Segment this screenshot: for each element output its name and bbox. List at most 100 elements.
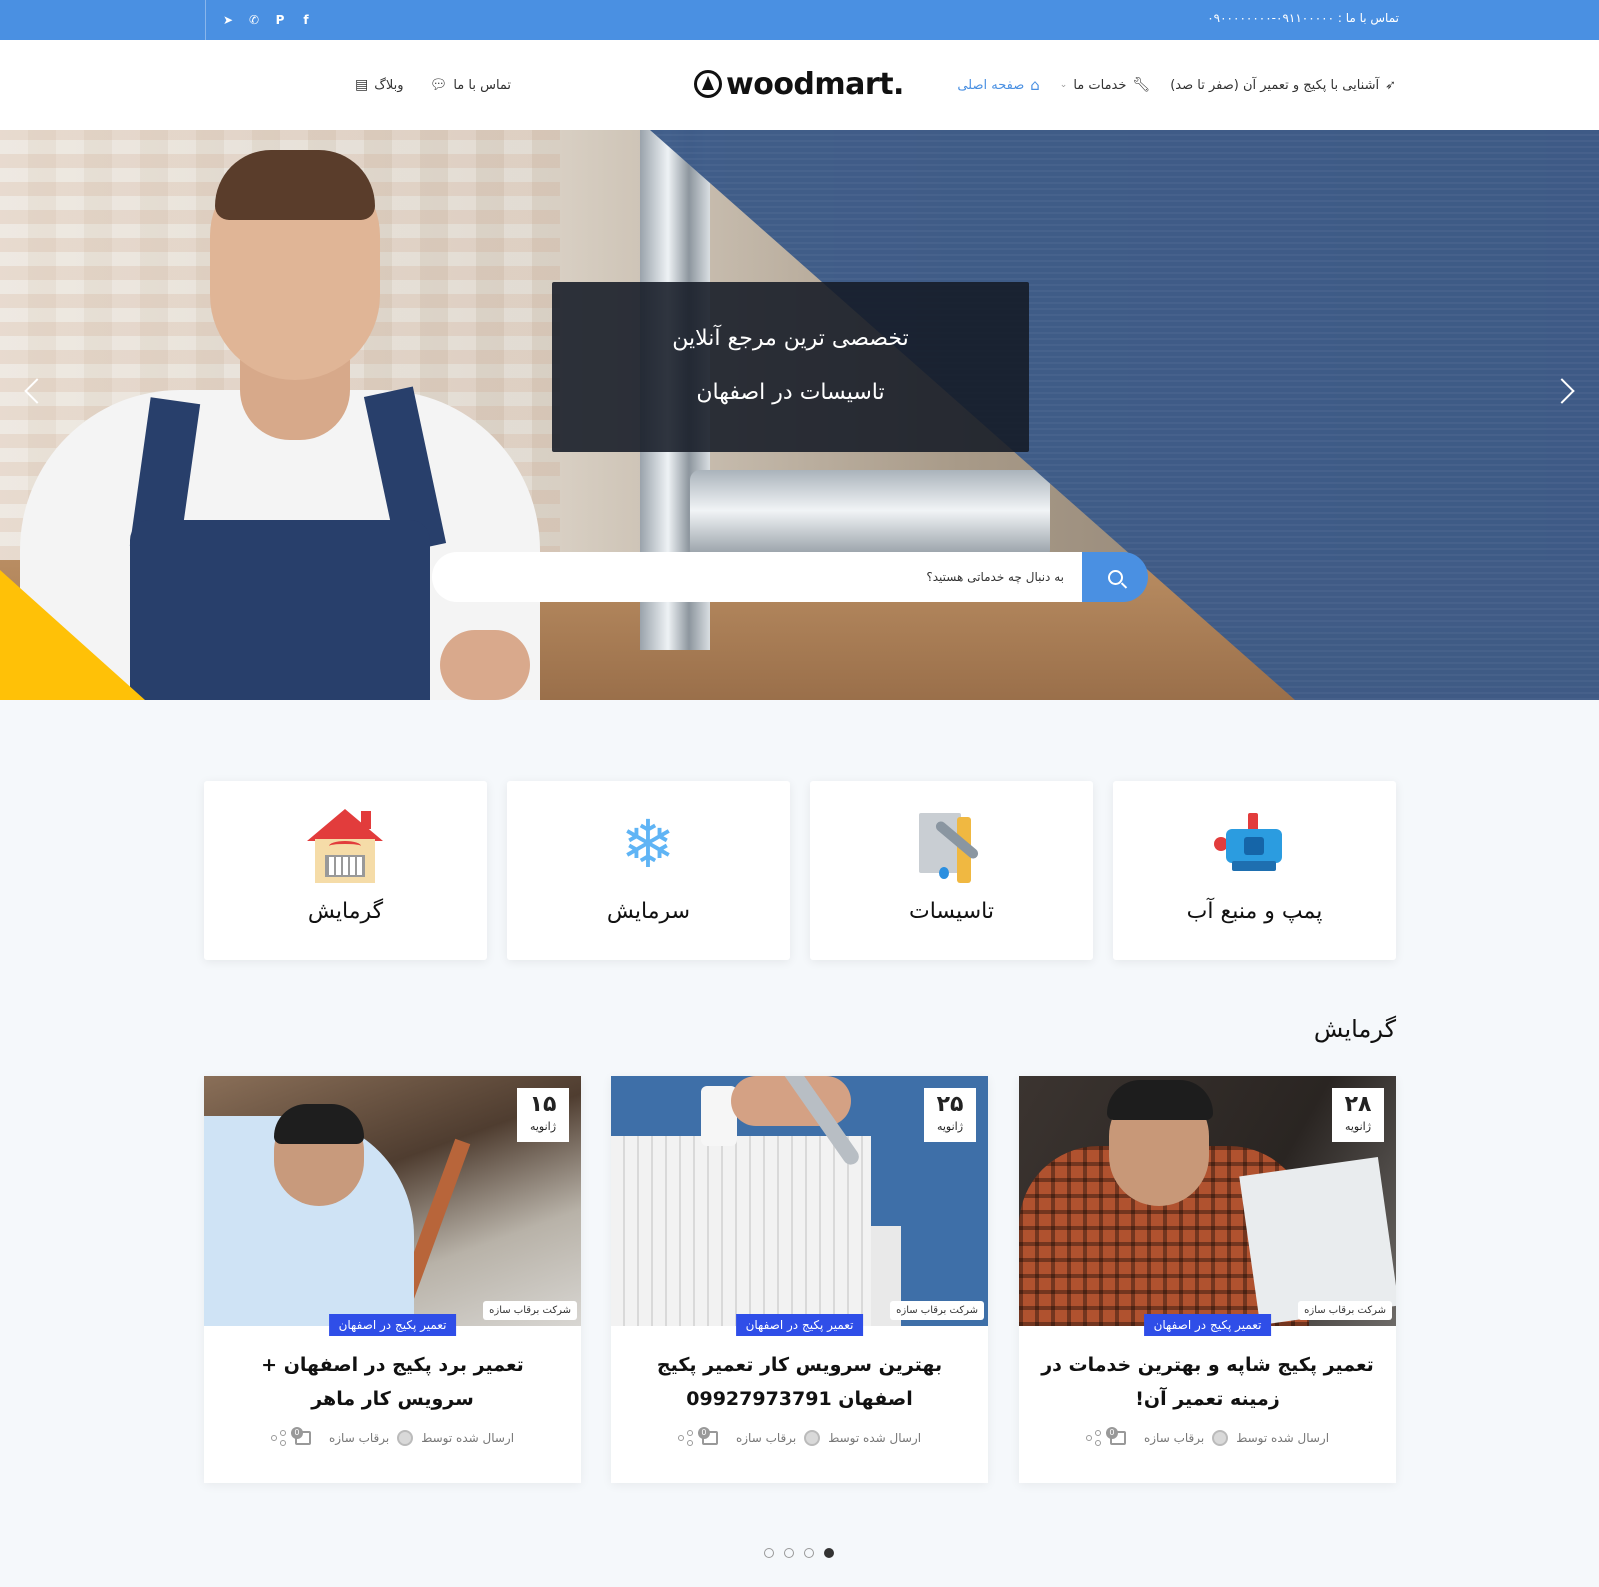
social-links: ➤ ✆ P f: [205, 0, 314, 40]
post-watermark: شرکت برقاب سازه: [1298, 1301, 1392, 1320]
nav-home[interactable]: ⌂ صفحه اصلی: [957, 76, 1039, 94]
chat-icon: 💬︎: [429, 77, 448, 93]
post-title[interactable]: بهترین سرویس کار تعمیر پکیج اصفهان 09927…: [631, 1348, 968, 1416]
blog-post-card[interactable]: ۲۵ ژانویه شرکت برقاب سازه تعمیر پکیج در …: [611, 1076, 988, 1483]
post-watermark: شرکت برقاب سازه: [890, 1301, 984, 1320]
post-date: ۲۵ ژانویه: [924, 1088, 976, 1142]
hero-pipe-horizontal: [690, 470, 1050, 560]
contact-info: تماس با ما : ۰۹۱۱۰۰۰۰۰-۰۹۰۰۰۰۰۰۰۰: [1207, 11, 1399, 25]
blog-post-card[interactable]: ۲۸ ژانویه شرکت برقاب سازه تعمیر پکیج در …: [1019, 1076, 1396, 1483]
hero-caption: تخصصی ترین مرجع آنلاین تاسیسات در اصفهان: [552, 282, 1029, 452]
post-month: ژانویه: [1344, 1120, 1372, 1133]
telegram-icon[interactable]: ➤: [220, 12, 236, 28]
service-card-cooling[interactable]: ❄ سرمایش: [507, 781, 790, 960]
post-day: ۱۵: [529, 1092, 557, 1117]
services-grid: پمپ و منبع آب تاسیسات ❄ سرمایش گرمایش: [204, 781, 1396, 960]
comment-count: 0: [290, 1427, 303, 1439]
nav-home-label: صفحه اصلی: [957, 77, 1025, 93]
main-header: ⌂ صفحه اصلی 🔧︎ خدمات ما ⌄ ➶ آشنایی با پک…: [0, 40, 1599, 130]
service-card-pump[interactable]: پمپ و منبع آب: [1113, 781, 1396, 960]
post-author[interactable]: برقاب سازه: [1144, 1431, 1204, 1445]
comment-icon[interactable]: 0: [290, 1427, 311, 1445]
service-label: گرمایش: [307, 899, 384, 924]
author-avatar: [804, 1430, 821, 1446]
comment-count: 0: [1105, 1427, 1118, 1439]
posted-by-label: ارسال شده توسط: [421, 1431, 515, 1445]
water-pump-icon: [1214, 805, 1294, 885]
post-month: ژانویه: [529, 1120, 557, 1133]
nav-services[interactable]: 🔧︎ خدمات ما ⌄: [1060, 77, 1150, 93]
comment-count: 0: [697, 1427, 710, 1439]
comment-icon[interactable]: 0: [697, 1427, 718, 1445]
post-month: ژانویه: [936, 1120, 964, 1133]
post-day: ۲۵: [936, 1092, 964, 1117]
service-label: سرمایش: [606, 899, 691, 924]
carousel-dot-active[interactable]: [824, 1548, 834, 1558]
hero-line-1: تخصصی ترین مرجع آنلاین: [672, 326, 909, 351]
wrench-icon: 🔧︎: [1132, 77, 1151, 93]
service-label: تاسیسات: [909, 899, 994, 924]
carousel-dot[interactable]: [784, 1548, 794, 1558]
logo-text: woodmart.: [726, 66, 904, 102]
hero-slider: تخصصی ترین مرجع آنلاین تاسیسات در اصفهان: [0, 130, 1599, 700]
post-meta: ارسال شده توسط برقاب سازه 0: [1019, 1427, 1396, 1446]
comment-icon[interactable]: 0: [1105, 1427, 1126, 1445]
post-author[interactable]: برقاب سازه: [736, 1431, 796, 1445]
nav-about-package-label: آشنایی با پکیج و تعمیر آن (صفر تا صد): [1170, 77, 1380, 93]
author-avatar: [397, 1430, 414, 1446]
section-title: گرمایش: [1313, 1015, 1396, 1043]
pinterest-icon[interactable]: P: [272, 12, 288, 28]
whatsapp-icon[interactable]: ✆: [246, 12, 262, 28]
chevron-down-icon: ⌄: [1059, 80, 1068, 90]
service-card-plumbing[interactable]: تاسیسات: [810, 781, 1093, 960]
post-category[interactable]: تعمیر پکیج در اصفهان: [1143, 1314, 1272, 1336]
service-search: [432, 552, 1148, 602]
top-bar: تماس با ما : ۰۹۱۱۰۰۰۰۰-۰۹۰۰۰۰۰۰۰۰ ➤ ✆ P …: [0, 0, 1599, 40]
facebook-icon[interactable]: f: [298, 12, 314, 28]
nav-contact[interactable]: 💬︎ تماس با ما: [430, 77, 512, 93]
post-author[interactable]: برقاب سازه: [329, 1431, 389, 1445]
nav-about-package[interactable]: ➶ آشنایی با پکیج و تعمیر آن (صفر تا صد): [1170, 78, 1396, 93]
nav-services-label: خدمات ما: [1073, 77, 1127, 93]
carousel-dot[interactable]: [764, 1548, 774, 1558]
post-title[interactable]: تعمیر پکیج شاپه و بهترین خدمات در زمینه …: [1039, 1348, 1376, 1416]
share-icon[interactable]: [1085, 1430, 1102, 1446]
nav-contact-label: تماس با ما: [453, 77, 512, 93]
post-category[interactable]: تعمیر پکیج در اصفهان: [735, 1314, 864, 1336]
search-icon: [1107, 569, 1123, 585]
search-button[interactable]: [1082, 552, 1148, 602]
post-date: ۱۵ ژانویه: [517, 1088, 569, 1142]
posted-by-label: ارسال شده توسط: [828, 1431, 922, 1445]
post-day: ۲۸: [1344, 1092, 1372, 1117]
house-heating-icon: [305, 805, 385, 885]
site-logo[interactable]: woodmart.: [694, 64, 910, 104]
share-icon[interactable]: [677, 1430, 694, 1446]
post-category[interactable]: تعمیر پکیج در اصفهان: [328, 1314, 457, 1336]
home-icon: ⌂: [1030, 76, 1040, 94]
author-avatar: [1212, 1430, 1229, 1446]
post-image[interactable]: ۲۵ ژانویه شرکت برقاب سازه: [611, 1076, 988, 1326]
service-card-heating[interactable]: گرمایش: [204, 781, 487, 960]
post-meta: ارسال شده توسط برقاب سازه 0: [204, 1427, 581, 1446]
post-date: ۲۸ ژانویه: [1332, 1088, 1384, 1142]
logo-tree-icon: [694, 70, 722, 98]
nav-blog-label: وبلاگ: [374, 77, 404, 93]
post-image[interactable]: ۲۸ ژانویه شرکت برقاب سازه: [1019, 1076, 1396, 1326]
carousel-dots: [764, 1548, 834, 1558]
posted-by-label: ارسال شده توسط: [1236, 1431, 1330, 1445]
service-label: پمپ و منبع آب: [1186, 899, 1323, 924]
rocket-icon: ➶: [1385, 77, 1396, 93]
blog-post-card[interactable]: ۱۵ ژانویه شرکت برقاب سازه تعمیر پکیج در …: [204, 1076, 581, 1483]
hero-line-2: تاسیسات در اصفهان: [696, 380, 885, 405]
search-input[interactable]: [432, 552, 1084, 602]
post-watermark: شرکت برقاب سازه: [483, 1301, 577, 1320]
nav-blog[interactable]: ▤ وبلاگ: [355, 77, 404, 93]
main-nav: ⌂ صفحه اصلی 🔧︎ خدمات ما ⌄ ➶ آشنایی با پک…: [957, 40, 1396, 130]
carousel-dot[interactable]: [804, 1548, 814, 1558]
post-image[interactable]: ۱۵ ژانویه شرکت برقاب سازه: [204, 1076, 581, 1326]
hero-plumber-image: [20, 130, 560, 700]
newspaper-icon: ▤: [355, 77, 369, 93]
post-title[interactable]: تعمیر برد پکیج در اصفهان + سرویس کار ماه…: [224, 1348, 561, 1416]
snowflake-icon: ❄: [620, 806, 676, 883]
share-icon[interactable]: [270, 1430, 287, 1446]
